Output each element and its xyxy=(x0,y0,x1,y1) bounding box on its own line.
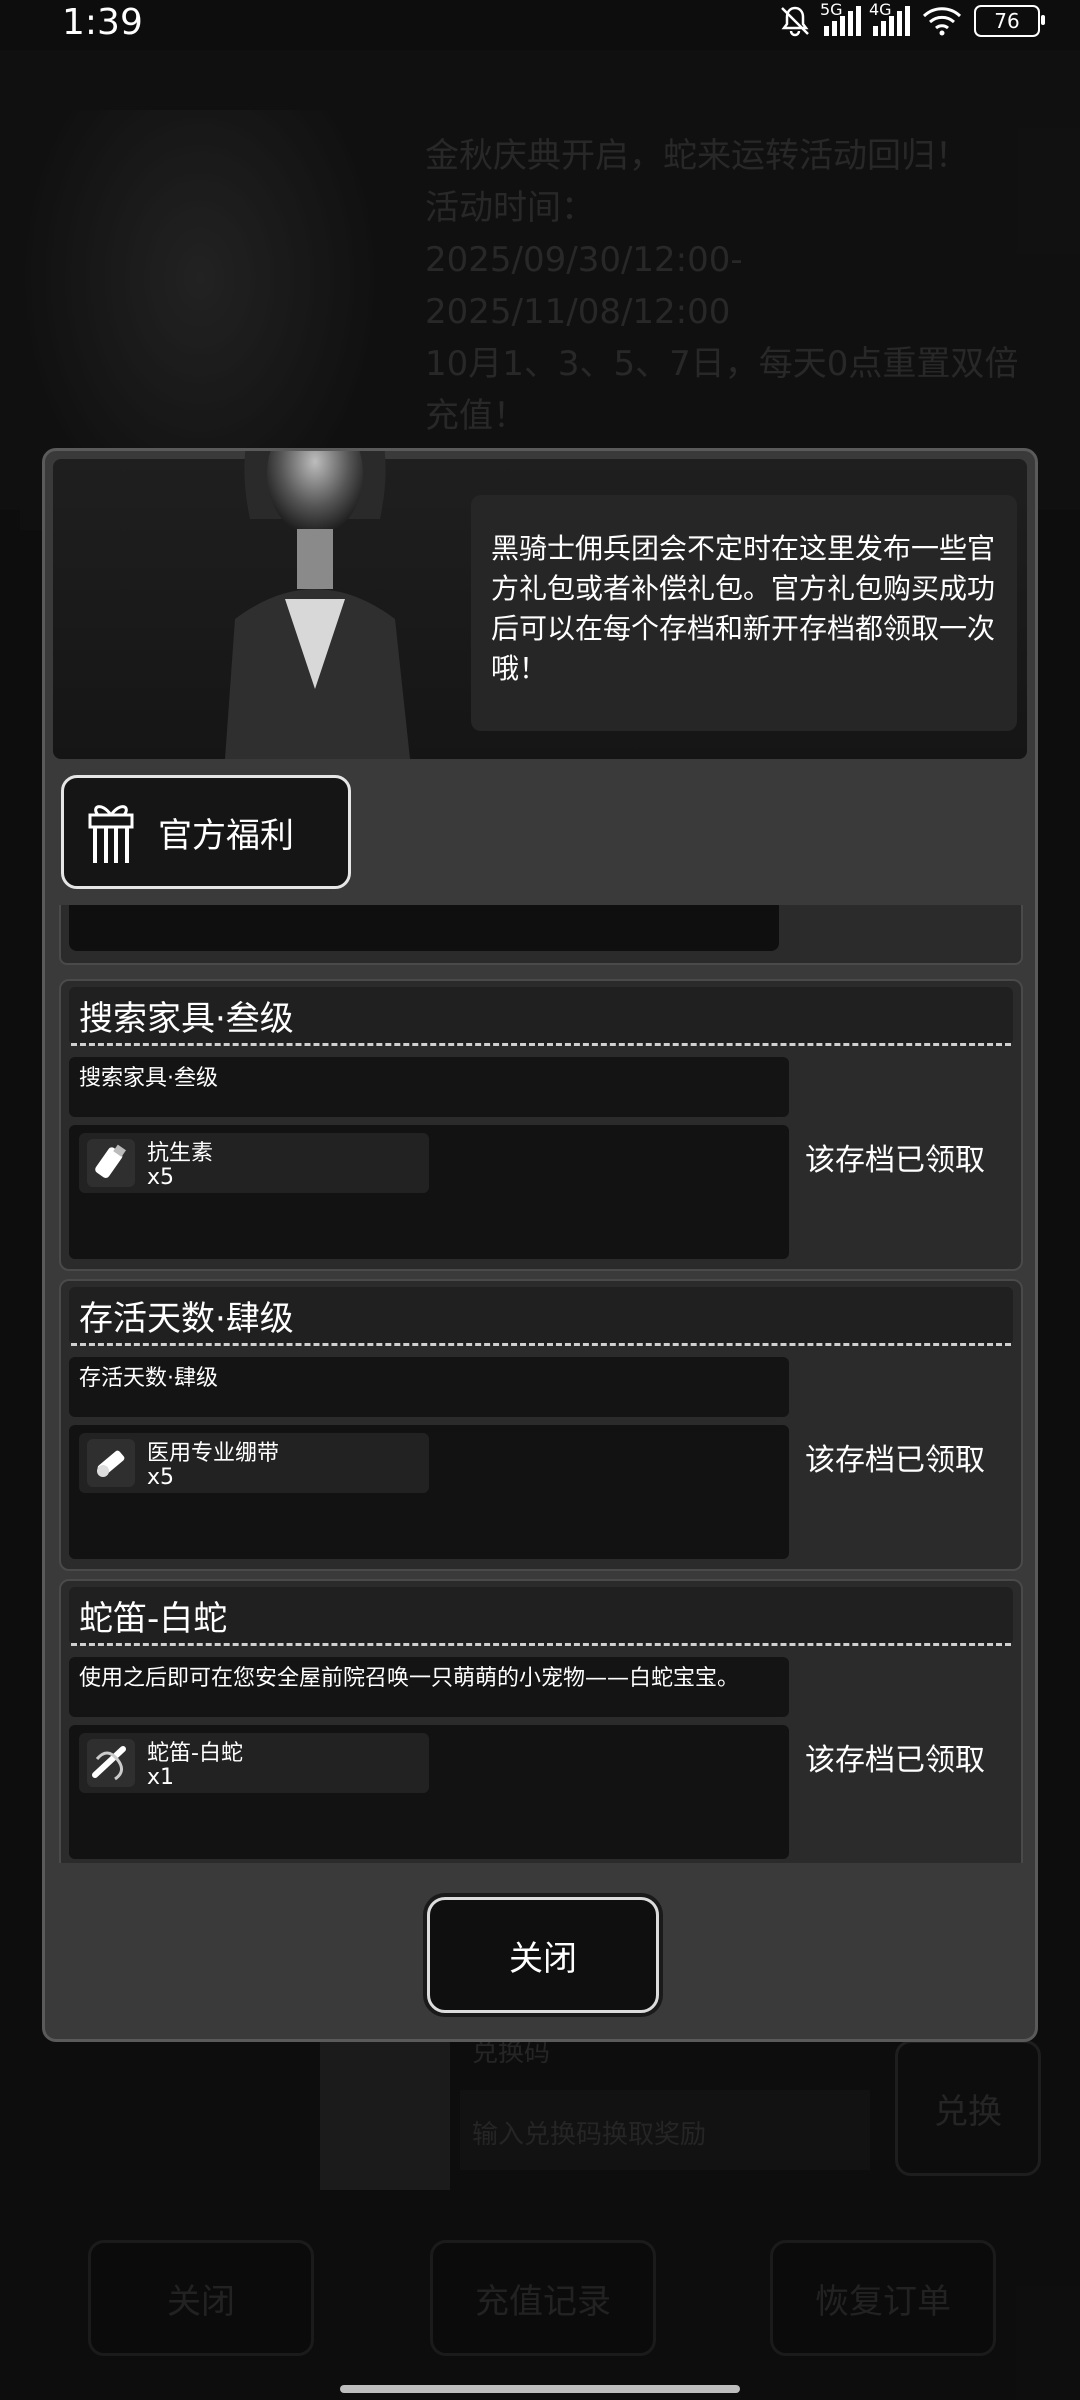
signal-4g-icon: 4G xyxy=(869,0,910,36)
tab-official-benefits[interactable]: 官方福利 xyxy=(61,775,351,889)
divider xyxy=(71,1043,1011,1046)
item-quantity: x1 xyxy=(147,1765,175,1790)
tab-label: 官方福利 xyxy=(158,815,294,856)
item-quantity: x5 xyxy=(147,1165,175,1190)
claimed-status: 该存档已领取 xyxy=(805,1143,985,1178)
card-title: 存活天数·肆级 xyxy=(79,1299,294,1339)
card-description: 搜索家具·叁级 xyxy=(69,1057,789,1117)
official-benefits-dialog: 黑骑士佣兵团会不定时在这里发布一些官方礼包或者补偿礼包。官方礼包购买成功后可以在… xyxy=(42,448,1038,2042)
battery-icon: 76 xyxy=(974,5,1045,37)
bandage-icon xyxy=(87,1439,135,1487)
antibiotic-icon xyxy=(87,1139,135,1187)
reward-item: 医用专业绷带 x5 xyxy=(79,1433,429,1493)
reward-item: 蛇笛-白蛇 x1 xyxy=(79,1733,429,1793)
divider xyxy=(71,1643,1011,1646)
benefit-card: 蛇笛-白蛇 使用之后即可在您安全屋前院召唤一只萌萌的小宠物——白蛇宝宝。 蛇笛-… xyxy=(59,1579,1023,1863)
item-name: 抗生素 xyxy=(147,1141,214,1166)
gift-icon xyxy=(88,805,134,863)
reward-item: 抗生素 x5 xyxy=(79,1133,429,1193)
benefit-card: 搜索家具·叁级 搜索家具·叁级 抗生素 x5 该存档已领取 xyxy=(59,979,1023,1271)
benefits-list[interactable]: 搜索家具·叁级 搜索家具·叁级 抗生素 x5 该存档已领取 存活天数·肆级 存活… xyxy=(59,905,1023,1863)
speech-bubble: 黑骑士佣兵团会不定时在这里发布一些官方礼包或者补偿礼包。官方礼包购买成功后可以在… xyxy=(471,495,1017,731)
signal-5g-icon: 5G xyxy=(820,0,861,36)
npc-woman-portrait xyxy=(225,451,410,759)
mute-icon xyxy=(781,6,809,37)
reward-items: 医用专业绷带 x5 xyxy=(69,1425,789,1559)
close-button[interactable]: 关闭 xyxy=(427,1897,659,2013)
card-title: 蛇笛-白蛇 xyxy=(79,1599,228,1639)
clock: 1:39 xyxy=(62,2,143,43)
wifi-icon xyxy=(922,7,962,36)
reward-items: 蛇笛-白蛇 x1 xyxy=(69,1725,789,1859)
divider xyxy=(71,1343,1011,1346)
card-description: 使用之后即可在您安全屋前院召唤一只萌萌的小宠物——白蛇宝宝。 xyxy=(69,1657,789,1717)
claimed-status: 该存档已领取 xyxy=(805,1743,985,1778)
benefit-card: 存活天数·肆级 存活天数·肆级 医用专业绷带 x5 该存档已领取 xyxy=(59,1279,1023,1571)
item-name: 蛇笛-白蛇 xyxy=(147,1741,243,1766)
card-description: 存活天数·肆级 xyxy=(69,1357,789,1417)
partial-card xyxy=(59,905,1023,965)
status-bar: 1:39 5G 4G 76 xyxy=(0,0,1080,50)
item-name: 医用专业绷带 xyxy=(147,1441,280,1466)
item-quantity: x5 xyxy=(147,1465,175,1490)
card-title: 搜索家具·叁级 xyxy=(79,999,294,1039)
snake-flute-icon xyxy=(87,1739,135,1787)
reward-items: 抗生素 x5 xyxy=(69,1125,789,1259)
dialog-header: 黑骑士佣兵团会不定时在这里发布一些官方礼包或者补偿礼包。官方礼包购买成功后可以在… xyxy=(53,451,1027,759)
home-indicator[interactable] xyxy=(340,2385,740,2393)
claimed-status: 该存档已领取 xyxy=(805,1443,985,1478)
